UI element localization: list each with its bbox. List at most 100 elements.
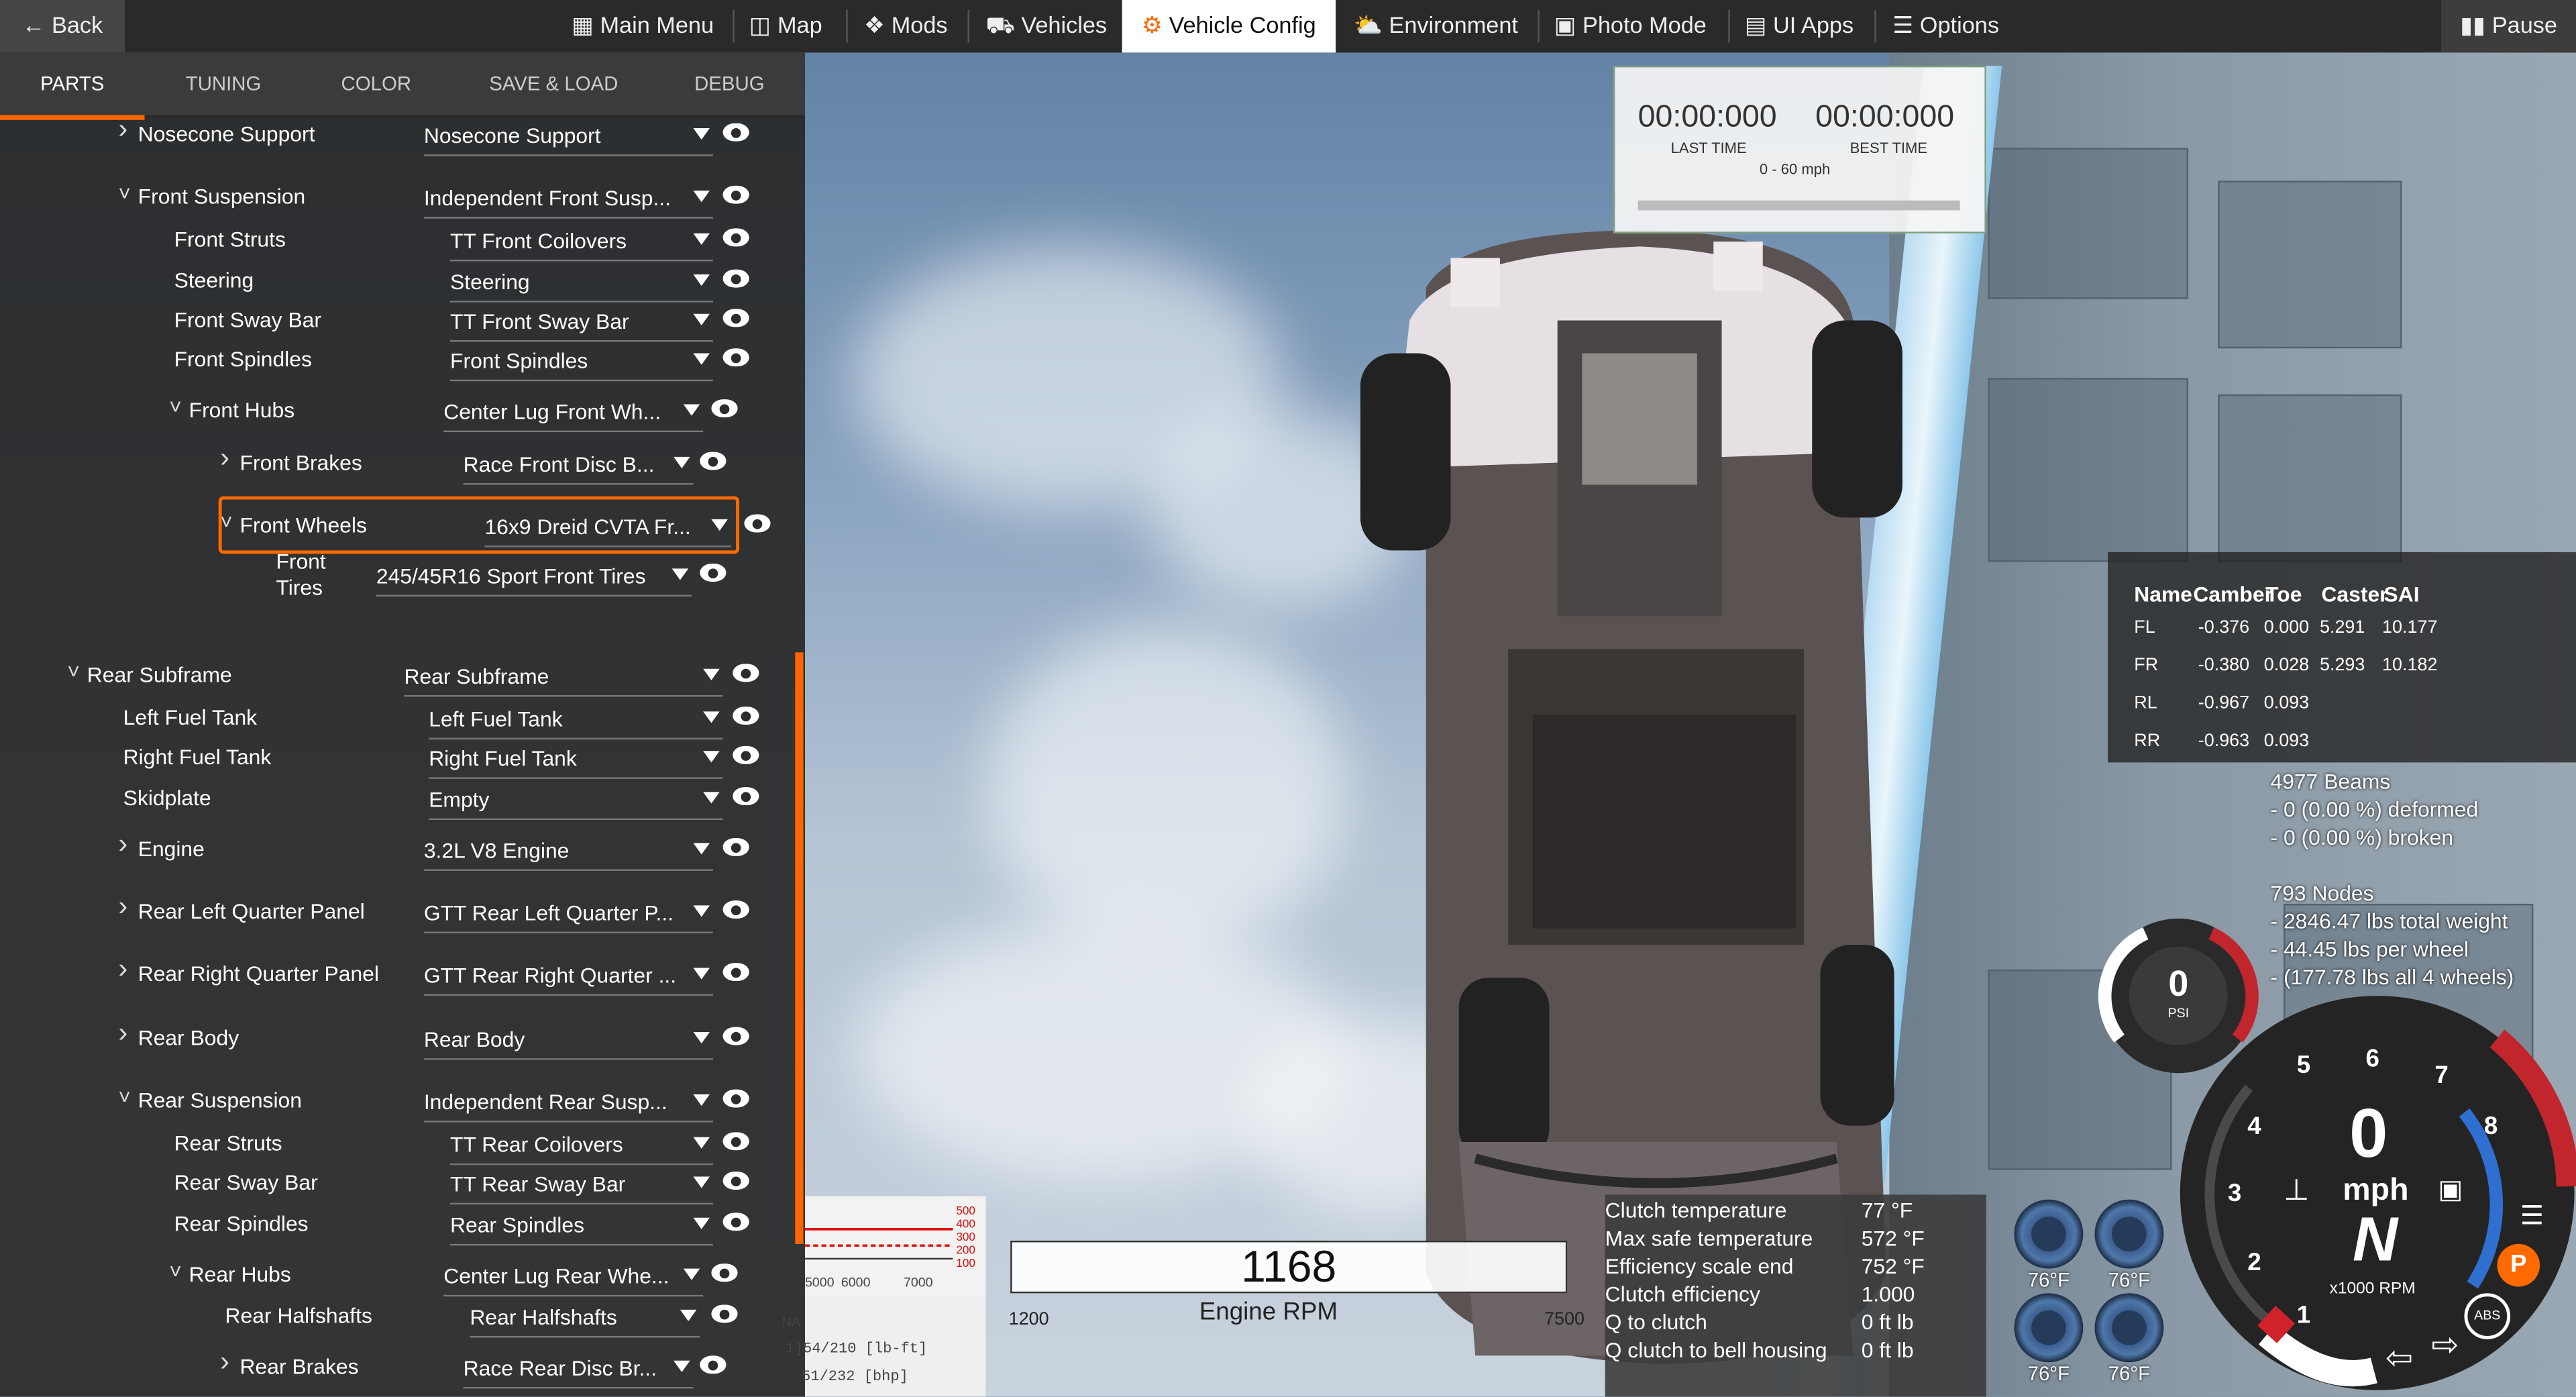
part-row-rear-halfshafts[interactable]: Rear Halfshafts Rear Halfshafts [0, 1296, 805, 1338]
eye-icon[interactable] [722, 348, 749, 367]
chevron-right-icon[interactable]: › [118, 828, 127, 861]
part-select-front-sway-bar[interactable]: TT Front Sway Bar [450, 301, 713, 342]
part-row-front-tires[interactable]: Front Tires 245/45R16 Sport Front Tires [0, 549, 805, 600]
part-select-rear-suspension[interactable]: Independent Rear Susp... [423, 1081, 713, 1123]
part-select-rear-subframe[interactable]: Rear Subframe [404, 656, 723, 697]
eye-icon[interactable] [722, 1212, 749, 1231]
part-select-rear-halfshafts[interactable]: Rear Halfshafts [470, 1296, 700, 1338]
eye-icon[interactable] [722, 185, 749, 204]
part-select-nosecone-support[interactable]: Nosecone Support [423, 115, 713, 156]
part-row-steering[interactable]: Steering Steering [0, 261, 805, 303]
tab-save-load[interactable]: SAVE & LOAD [467, 52, 641, 115]
part-select-front-brakes[interactable]: Race Front Disc B... [463, 444, 694, 485]
chevron-down-icon[interactable]: ˅ [169, 395, 182, 419]
chevron-right-icon[interactable]: › [118, 890, 127, 923]
eye-icon[interactable] [711, 1263, 738, 1282]
chevron-right-icon[interactable]: › [118, 113, 127, 146]
eye-icon[interactable] [733, 664, 759, 682]
part-select-front-hubs[interactable]: Center Lug Front Wh... [443, 391, 704, 433]
ui-apps-button[interactable]: ▤ UI Apps [1745, 0, 1854, 52]
eye-icon[interactable] [722, 900, 749, 919]
eye-icon[interactable] [733, 787, 759, 806]
vehicles-button[interactable]: ⛟ Vehicles [985, 0, 1107, 52]
back-button[interactable]: ← Back [0, 0, 125, 53]
part-row-front-spindles[interactable]: Front Spindles Front Spindles [0, 340, 805, 382]
eye-icon[interactable] [700, 564, 727, 582]
part-select-rear-body[interactable]: Rear Body [423, 1019, 713, 1060]
part-select-rear-spindles[interactable]: Rear Spindles [450, 1204, 713, 1246]
part-select-front-suspension[interactable]: Independent Front Susp... [423, 177, 713, 219]
part-select-rear-struts[interactable]: TT Rear Coilovers [450, 1124, 713, 1166]
eye-icon[interactable] [722, 1089, 749, 1108]
part-row-left-fuel-tank[interactable]: Left Fuel Tank Left Fuel Tank [0, 698, 805, 740]
eye-icon[interactable] [722, 1172, 749, 1190]
eye-icon[interactable] [722, 269, 749, 288]
chevron-right-icon[interactable]: › [118, 953, 127, 986]
chevron-down-icon[interactable]: ˅ [67, 659, 80, 684]
part-row-rear-body[interactable]: › Rear Body Rear Body [0, 1017, 805, 1060]
part-row-front-sway-bar[interactable]: Front Sway Bar TT Front Sway Bar [0, 301, 805, 342]
part-row-engine[interactable]: › Engine 3.2L V8 Engine [0, 828, 805, 871]
chevron-down-icon[interactable]: ˅ [118, 1084, 131, 1109]
part-select-left-fuel-tank[interactable]: Left Fuel Tank [429, 698, 723, 740]
eye-icon[interactable] [711, 399, 738, 418]
tab-debug[interactable]: DEBUG [660, 52, 798, 115]
part-row-rear-suspension[interactable]: ˅ Rear Suspension Independent Rear Susp... [0, 1081, 805, 1123]
part-select-skidplate[interactable]: Empty [429, 779, 723, 821]
eye-icon[interactable] [722, 123, 749, 142]
part-select-rear-right-quarter-panel[interactable]: GTT Rear Right Quarter ... [423, 955, 713, 996]
eye-icon[interactable] [711, 1304, 738, 1323]
photo-mode-button[interactable]: ▣ Photo Mode [1554, 0, 1707, 52]
part-row-rear-struts[interactable]: Rear Struts TT Rear Coilovers [0, 1124, 805, 1166]
chevron-down-icon[interactable]: ˅ [118, 180, 131, 205]
tab-parts[interactable]: PARTS [0, 52, 145, 120]
part-select-rear-sway-bar[interactable]: TT Rear Sway Bar [450, 1163, 713, 1205]
part-row-front-hubs[interactable]: ˅ Front Hubs Center Lug Front Wh... [0, 391, 805, 433]
eye-icon[interactable] [722, 837, 749, 856]
eye-icon[interactable] [722, 309, 749, 327]
eye-icon[interactable] [722, 1027, 749, 1045]
chevron-down-icon[interactable]: ˅ [169, 1259, 182, 1284]
part-select-front-tires[interactable]: 245/45R16 Sport Front Tires [376, 556, 692, 597]
part-row-rear-right-quarter-panel[interactable]: › Rear Right Quarter Panel GTT Rear Right … [0, 953, 805, 996]
eye-icon[interactable] [733, 707, 759, 725]
eye-icon[interactable] [733, 745, 759, 764]
part-select-rear-hubs[interactable]: Center Lug Rear Whe... [443, 1255, 704, 1297]
pause-button[interactable]: ▮▮ Pause [2441, 0, 2576, 53]
part-row-front-struts[interactable]: Front Struts TT Front Coilovers [0, 220, 805, 262]
options-button[interactable]: ☰ Options [1892, 0, 1999, 52]
part-select-front-struts[interactable]: TT Front Coilovers [450, 220, 713, 262]
part-select-steering[interactable]: Steering [450, 261, 713, 303]
part-row-rear-spindles[interactable]: Rear Spindles Rear Spindles [0, 1204, 805, 1246]
eye-icon[interactable] [700, 452, 727, 470]
part-select-engine[interactable]: 3.2L V8 Engine [423, 830, 713, 871]
main-menu-button[interactable]: ▦ Main Menu [572, 0, 714, 52]
part-row-front-brakes[interactable]: › Front Brakes Race Front Disc B... [0, 442, 805, 485]
eye-icon[interactable] [744, 514, 771, 533]
part-select-rear-brakes[interactable]: Race Rear Disc Br... [463, 1347, 694, 1389]
map-button[interactable]: ◫ Map [749, 0, 822, 52]
chevron-right-icon[interactable]: › [118, 1017, 127, 1050]
vehicle-config-button[interactable]: ⚙ Vehicle Config [1122, 0, 1336, 53]
part-row-front-suspension[interactable]: ˅ Front Suspension Independent Front Susp.… [0, 177, 805, 219]
part-row-right-fuel-tank[interactable]: Right Fuel Tank Right Fuel Tank [0, 738, 805, 779]
part-row-rear-sway-bar[interactable]: Rear Sway Bar TT Rear Sway Bar [0, 1163, 805, 1205]
tab-color[interactable]: COLOR [303, 52, 450, 115]
part-row-rear-hubs[interactable]: ˅ Rear Hubs Center Lug Rear Whe... [0, 1255, 805, 1297]
eye-icon[interactable] [722, 228, 749, 247]
part-row-rear-left-quarter-panel[interactable]: › Rear Left Quarter Panel GTT Rear Left Qu… [0, 890, 805, 934]
part-select-front-spindles[interactable]: Front Spindles [450, 340, 713, 382]
environment-button[interactable]: ⛅ Environment [1354, 0, 1518, 52]
eye-icon[interactable] [700, 1355, 727, 1374]
chevron-right-icon[interactable]: › [220, 1346, 229, 1379]
eye-icon[interactable] [722, 1132, 749, 1151]
mods-button[interactable]: ❖ Mods [864, 0, 947, 52]
chevron-right-icon[interactable]: › [220, 442, 229, 475]
part-select-right-fuel-tank[interactable]: Right Fuel Tank [429, 738, 723, 779]
eye-icon[interactable] [722, 963, 749, 982]
part-row-rear-brakes[interactable]: › Rear Brakes Race Rear Disc Br... [0, 1346, 805, 1389]
tab-tuning[interactable]: TUNING [154, 52, 292, 115]
part-select-rear-left-quarter-panel[interactable]: GTT Rear Left Quarter P... [423, 892, 713, 934]
part-row-nosecone-support[interactable]: › Nosecone Support Nosecone Support [0, 113, 805, 156]
part-row-skidplate[interactable]: Skidplate Empty [0, 779, 805, 821]
